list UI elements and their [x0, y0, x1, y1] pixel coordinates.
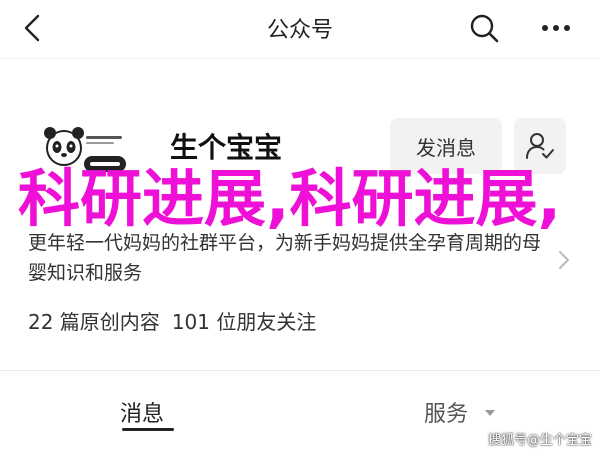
page-title: 公众号: [266, 18, 333, 43]
watermark: 搜狐号@生个宝宝: [487, 433, 592, 448]
avatar[interactable]: [40, 122, 136, 182]
search-button[interactable]: [464, 10, 504, 46]
more-button[interactable]: [536, 10, 576, 46]
tab-services[interactable]: 服务: [424, 396, 468, 428]
follow-button[interactable]: [514, 118, 566, 174]
tab-messages[interactable]: 消息: [120, 396, 164, 428]
chevron-right-icon: [559, 251, 569, 269]
friends-count: 101 位朋友关注: [171, 310, 317, 334]
account-description: 更年轻一代妈妈的社群平台，为新手妈妈提供全孕育周期的母婴知识和服务: [28, 232, 542, 284]
active-tab-indicator: [122, 428, 174, 431]
panda-logo-icon: [44, 127, 126, 172]
top-divider: [0, 58, 600, 59]
account-name: 生个宝宝: [170, 131, 283, 164]
top-bar: 公众号: [0, 0, 600, 56]
description-more[interactable]: [556, 248, 572, 272]
account-stats[interactable]: 22 篇原创内容 101 位朋友关注: [28, 306, 316, 335]
triangle-down-icon: [485, 410, 495, 416]
send-message-button[interactable]: 发消息: [390, 118, 502, 174]
articles-count: 22 篇原创内容: [28, 310, 160, 334]
search-icon: [470, 14, 499, 43]
more-horizontal-icon: [542, 25, 570, 31]
tab-services-dropdown[interactable]: [484, 404, 496, 416]
user-follow-icon: [526, 133, 554, 159]
tabs-divider: [0, 370, 600, 371]
